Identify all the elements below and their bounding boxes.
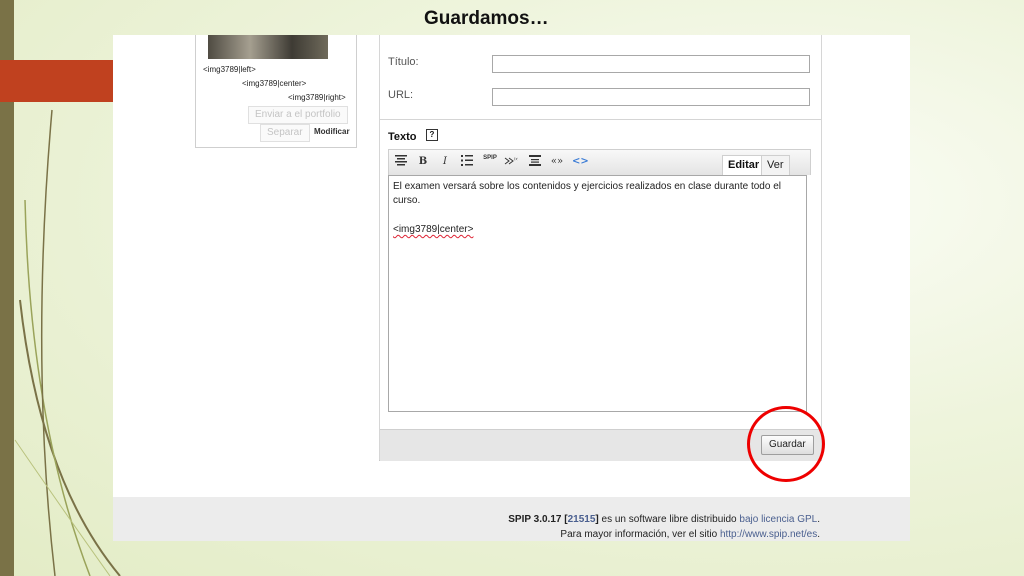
more-info-text: Para mayor información, ver el sitio	[560, 529, 718, 540]
list-icon[interactable]	[459, 155, 475, 169]
title-input[interactable]	[492, 55, 810, 73]
separate-button[interactable]: Separar	[260, 124, 310, 142]
editor-toolbar: B I SPIP (r) «» <> Editar Ver	[388, 149, 811, 175]
slide-title: Guardamos…	[424, 8, 549, 29]
tab-view[interactable]: Ver	[761, 155, 790, 175]
edit-form: Título: URL: Texto ? B I SPIP (r) «» <>	[379, 35, 822, 461]
tag-img-left[interactable]: <img3789|left>	[203, 65, 256, 74]
footer-line-1: SPIP 3.0.17 [21515] es un software libre…	[508, 514, 820, 525]
highlight-circle	[747, 406, 825, 482]
bold-icon[interactable]: B	[415, 155, 431, 169]
spip-icon[interactable]: SPIP	[482, 155, 498, 169]
help-icon[interactable]: ?	[426, 129, 438, 141]
form-divider	[380, 119, 821, 120]
license-text: es un software libre distribuido	[601, 514, 737, 525]
editor-paragraph-1: El examen versará sobre los contenidos y…	[393, 181, 781, 206]
block-quote-icon[interactable]	[527, 155, 543, 169]
spip-site-link[interactable]: http://www.spip.net/es	[720, 529, 817, 540]
page-footer: SPIP 3.0.17 [21515] es un software libre…	[113, 497, 910, 541]
decorative-curves	[14, 109, 121, 576]
title-label: Título:	[388, 56, 419, 68]
revision-link[interactable]: 21515	[568, 514, 596, 525]
license-link[interactable]: bajo licencia GPL	[739, 514, 817, 525]
quotes-icon[interactable]: «»	[549, 155, 565, 169]
send-portfolio-button[interactable]: Enviar a el portfolio	[248, 106, 348, 124]
svg-text:(r): (r)	[514, 156, 518, 161]
footer-line-2: Para mayor información, ver el sitio htt…	[560, 529, 820, 540]
tag-img-center[interactable]: <img3789|center>	[242, 79, 306, 88]
italic-icon[interactable]: I	[437, 155, 453, 169]
code-icon[interactable]: <>	[572, 155, 589, 169]
image-shortcode: <img3789|center>	[393, 224, 474, 235]
image-thumbnail[interactable]	[208, 35, 328, 59]
footnote-icon[interactable]: (r)	[503, 155, 519, 169]
text-label: Texto	[388, 131, 417, 143]
image-gallery-box: <img3789|left> <img3789|center> <img3789…	[195, 35, 357, 148]
modify-link[interactable]: Modificar	[314, 127, 350, 136]
heading-icon[interactable]	[393, 155, 409, 169]
text-editor[interactable]: El examen versará sobre los contenidos y…	[388, 175, 807, 412]
tab-edit[interactable]: Editar	[722, 155, 766, 175]
spip-version: SPIP 3.0.17	[508, 514, 562, 525]
tag-img-right[interactable]: <img3789|right>	[288, 93, 346, 102]
url-label: URL:	[388, 89, 414, 101]
url-input[interactable]	[492, 88, 810, 106]
editor-paragraph-2: <img3789|center>	[393, 223, 802, 237]
